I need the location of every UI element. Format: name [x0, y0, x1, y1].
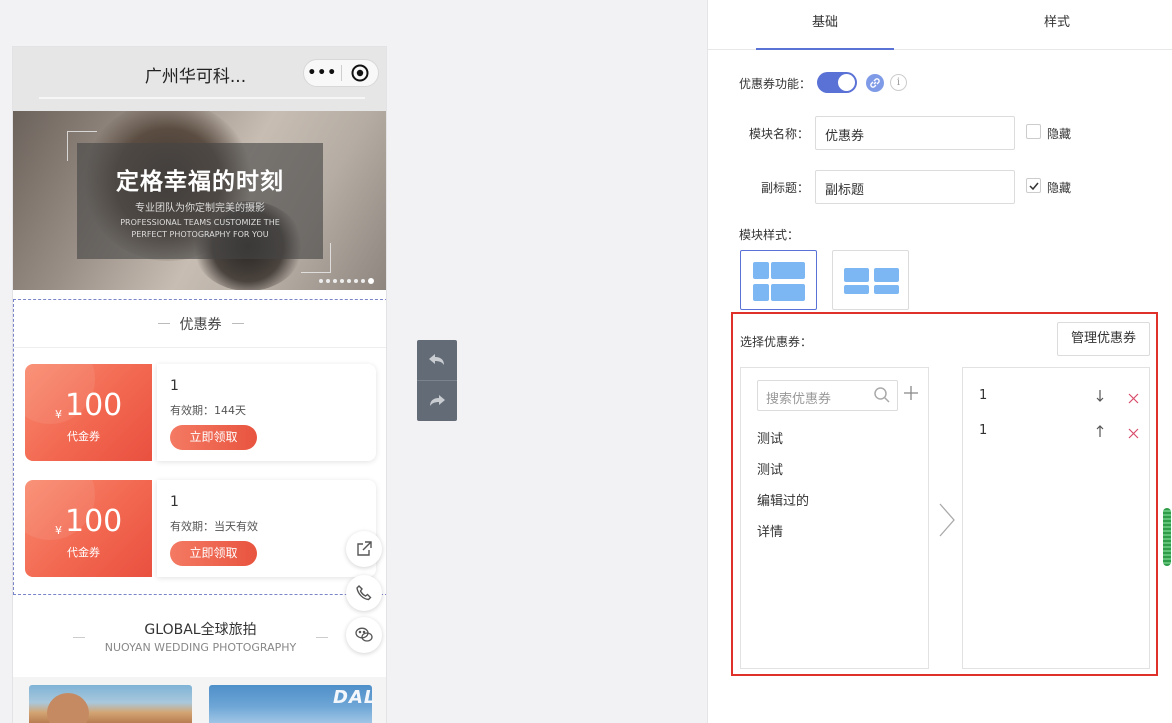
coupon-details: 1 有效期：当天有效 立即领取 — [157, 480, 376, 577]
claim-button[interactable]: 立即领取 — [170, 425, 257, 450]
more-icon[interactable]: ••• — [304, 60, 341, 86]
coupon-expiry: 有效期：144天 — [170, 404, 246, 417]
coupon-name: 1 — [170, 378, 179, 394]
banner-image[interactable]: 定格幸福的时刻 专业团队为你定制完美的摄影 PROFESSIONAL TEAMS… — [13, 111, 386, 290]
coupon-amount: 100 — [65, 388, 123, 423]
carousel-dots[interactable] — [319, 278, 374, 284]
move-down-icon[interactable] — [1095, 388, 1105, 407]
module-name-input[interactable]: 优惠券 — [815, 116, 1015, 150]
photo-gallery: DAL — [13, 677, 386, 723]
module-name-label: 模块名称： — [749, 127, 810, 141]
subtitle-input[interactable]: 副标题 — [815, 170, 1015, 204]
phone-icon[interactable] — [346, 575, 382, 611]
coupon-expiry: 有效期：当天有效 — [170, 520, 258, 533]
coupon-kind: 代金券 — [67, 430, 100, 443]
section-subtitle: NUOYAN WEDDING PHOTOGRAPHY — [104, 641, 297, 654]
available-coupons-list: 搜索优惠券 测试 测试 编辑过的 详情 — [740, 367, 929, 669]
claim-button[interactable]: 立即领取 — [170, 541, 257, 566]
coupon-module-title: 优惠券 — [14, 300, 386, 348]
banner-english: PROFESSIONAL TEAMS CUSTOMIZE THE PERFECT… — [120, 218, 280, 239]
manage-coupons-button[interactable]: 管理优惠券 — [1057, 322, 1150, 356]
banner-title: 定格幸福的时刻 — [116, 169, 284, 195]
settings-panel: 基础 样式 优惠券功能： i 模块名称： 优惠券 隐藏 副标题： 副标题 隐藏 … — [707, 0, 1172, 723]
subtitle-label: 副标题： — [761, 181, 810, 195]
tab-basic[interactable]: 基础 — [756, 0, 894, 50]
coupon-kind: 代金券 — [67, 546, 100, 559]
coupon-feature-toggle[interactable] — [817, 72, 857, 93]
phone-preview: 广州华可科... ••• 定格幸福的时刻 专业团队为你定制完美的摄影 PROFE… — [12, 46, 387, 723]
section-title: GLOBAL全球旅拍 — [144, 622, 257, 638]
search-icon[interactable] — [873, 386, 891, 408]
module-style-label: 模块样式： — [739, 228, 800, 242]
remove-icon[interactable] — [1128, 389, 1139, 408]
coupon-name: 1 — [170, 494, 179, 510]
hide-subtitle-label: 隐藏 — [1047, 181, 1072, 195]
global-travel-section: GLOBAL全球旅拍 NUOYAN WEDDING PHOTOGRAPHY — [13, 603, 386, 669]
select-coupon-label: 选择优惠券： — [740, 335, 813, 349]
mini-program-capsule: ••• — [303, 59, 379, 87]
move-up-icon[interactable] — [1095, 423, 1105, 442]
coupon-details: 1 有效期：144天 立即领取 — [157, 364, 376, 461]
gallery-photo[interactable]: DAL — [209, 685, 375, 723]
scrollbar-thumb[interactable] — [1163, 508, 1171, 566]
header-underline — [39, 97, 365, 99]
panel-tabs: 基础 样式 — [708, 0, 1172, 50]
currency-symbol: ¥ — [55, 408, 62, 421]
available-coupon-item[interactable]: 测试 — [757, 428, 783, 447]
coupon-card: ¥ 100 代金券 1 有效期：当天有效 立即领取 — [25, 480, 376, 577]
selected-coupon-item: 1 — [979, 423, 988, 438]
hide-title-label: 隐藏 — [1047, 127, 1072, 141]
available-coupon-item[interactable]: 测试 — [757, 459, 783, 478]
close-target-icon[interactable] — [341, 64, 378, 82]
remove-icon[interactable] — [1128, 424, 1139, 443]
chevron-right-icon[interactable] — [938, 502, 956, 542]
available-coupon-item[interactable]: 编辑过的 — [757, 490, 809, 509]
coupon-value: ¥ 100 代金券 — [25, 480, 152, 577]
phone-nav-bar: 广州华可科... ••• — [13, 47, 386, 111]
gallery-photo[interactable] — [29, 685, 192, 723]
wechat-icon[interactable] — [346, 617, 382, 653]
hide-title-checkbox[interactable] — [1026, 124, 1041, 139]
selected-coupons-list: 1 1 — [962, 367, 1150, 669]
style-option-single[interactable] — [740, 250, 817, 310]
coupon-amount: 100 — [65, 504, 123, 539]
banner-subtitle: 专业团队为你定制完美的摄影 — [135, 203, 265, 214]
info-icon[interactable]: i — [890, 74, 907, 91]
undo-icon[interactable] — [417, 340, 457, 380]
banner-caption: 定格幸福的时刻 专业团队为你定制完美的摄影 PROFESSIONAL TEAMS… — [77, 143, 323, 259]
link-icon[interactable] — [866, 74, 884, 92]
redo-icon[interactable] — [417, 380, 457, 420]
share-icon[interactable] — [346, 531, 382, 567]
selected-coupon-item: 1 — [979, 388, 988, 403]
coupon-card: ¥ 100 代金券 1 有效期：144天 立即领取 — [25, 364, 376, 461]
coupon-selector: 选择优惠券： 管理优惠券 搜索优惠券 测试 测试 编辑过的 详情 1 1 — [731, 312, 1158, 676]
available-coupon-item[interactable]: 详情 — [757, 521, 783, 540]
undo-redo-toolbar — [417, 340, 457, 421]
add-icon[interactable] — [904, 385, 918, 404]
tab-style[interactable]: 样式 — [988, 0, 1126, 50]
hide-subtitle-checkbox[interactable] — [1026, 178, 1041, 193]
coupon-value: ¥ 100 代金券 — [25, 364, 152, 461]
currency-symbol: ¥ — [55, 524, 62, 537]
coupon-feature-label: 优惠券功能： — [739, 77, 812, 91]
style-option-double[interactable] — [832, 250, 909, 310]
coupon-module[interactable]: 优惠券 ¥ 100 代金券 1 有效期：144天 立即领取 ¥ 100 代金券 — [13, 299, 386, 595]
